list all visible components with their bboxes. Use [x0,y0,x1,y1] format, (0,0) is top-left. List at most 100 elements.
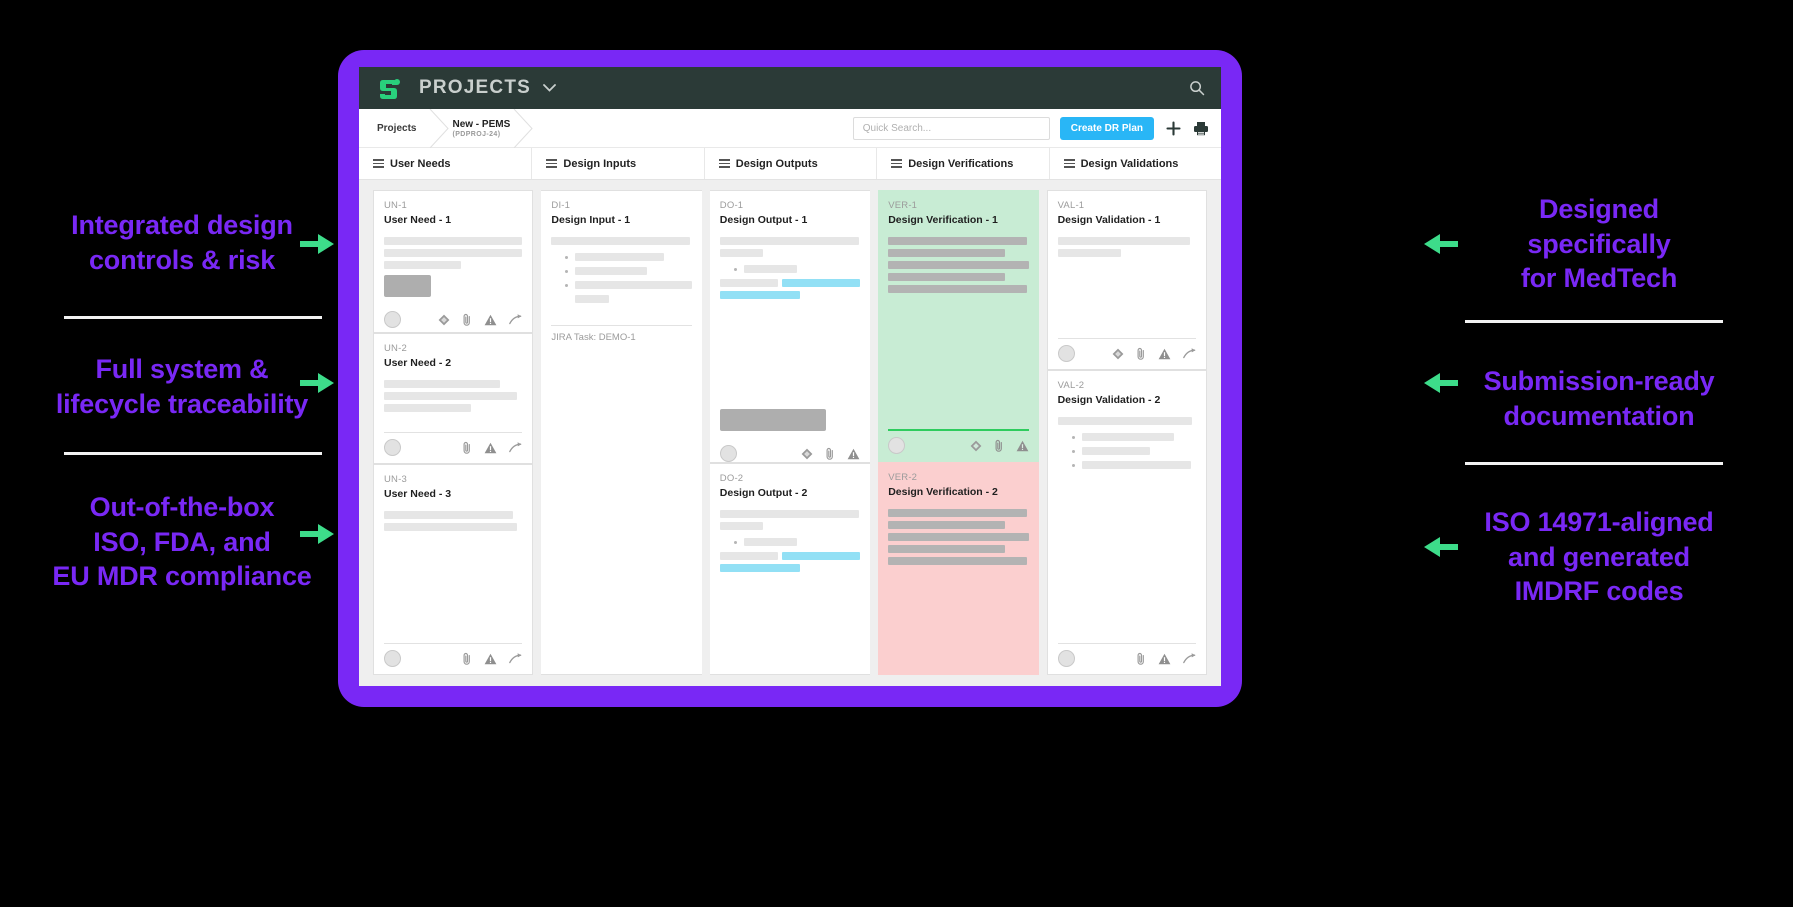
warning-triangle-icon[interactable] [847,448,860,460]
warning-triangle-icon[interactable] [1016,440,1029,452]
arrow-link-icon[interactable] [509,314,522,325]
card-body-placeholder [1057,237,1196,330]
avatar[interactable] [384,311,401,328]
card-footer [384,439,522,456]
paperclip-icon[interactable] [462,652,472,665]
card-title: Design Output - 1 [719,214,808,226]
warning-triangle-icon[interactable] [1158,653,1171,665]
card-jira-task[interactable]: JIRA Task: DEMO-1 [551,332,691,343]
arrow-link-icon[interactable] [509,653,522,664]
arrow-link-icon[interactable] [509,442,522,453]
annotation-right-1: Designed specifically for MedTech [1520,194,1678,294]
card-title: Design Verification - 1 [888,214,998,226]
pointer-arrow-right-3 [1424,536,1458,558]
greenlight-guru-logo-icon[interactable] [375,74,403,102]
paperclip-icon[interactable] [462,313,472,326]
card-un-2[interactable]: UN-2 User Need - 2 [373,333,534,464]
avatar[interactable] [384,439,401,456]
placeholder-bar [384,261,462,269]
annotation-left-3: Out-of-the-box ISO, FDA, and EU MDR comp… [52,492,312,592]
page-title: PROJECTS [419,77,532,98]
card-body-placeholder [384,237,523,297]
breadcrumb-root[interactable]: Projects [377,109,426,147]
card-do-1[interactable]: DO-1 Design Output - 1 [709,190,871,463]
paperclip-icon[interactable] [1136,652,1146,665]
placeholder-bar [888,249,1005,257]
paperclip-icon[interactable] [994,439,1004,452]
warning-triangle-icon[interactable] [484,442,497,454]
placeholder-bar [888,533,1029,541]
diamond-icon[interactable] [1112,348,1124,360]
column-header-design-validations[interactable]: Design Validations [1048,148,1221,179]
card-title: User Need - 1 [384,214,452,226]
app-screen: PROJECTS Projects New - PEMS (PDPROJ-24)… [359,67,1221,686]
placeholder-block [384,275,432,297]
warning-triangle-icon[interactable] [484,314,497,326]
placeholder-bullet-list [720,265,860,273]
plus-icon[interactable] [1166,120,1181,136]
warning-triangle-icon[interactable] [484,653,497,665]
bullet-dot [565,255,569,259]
avatar[interactable] [384,650,401,667]
avatar[interactable] [888,437,906,454]
chevron-down-icon[interactable] [543,84,556,92]
placeholder-bar [719,510,859,518]
card-action-icons [1136,652,1196,665]
card-di-1[interactable]: DI-1 Design Input - 1 JIRA Task: DEMO-1 [541,190,702,675]
card-action-icons [438,313,522,326]
placeholder-bullet-list [1058,433,1196,469]
avatar[interactable] [1057,345,1075,362]
column-header-design-outputs[interactable]: Design Outputs [703,148,876,179]
card-ver-2[interactable]: VER-2 Design Verification - 2 [878,462,1039,675]
breadcrumb-current[interactable]: New - PEMS (PDPROJ-24) [452,109,510,147]
card-ver-1[interactable]: VER-1 Design Verification - 1 [878,190,1039,462]
card-do-2[interactable]: DO-2 Design Output - 2 [709,463,871,675]
column-header-label: Design Verifications [908,157,1014,170]
placeholder-bar [575,267,648,275]
card-un-3[interactable]: UN-3 User Need - 3 [373,464,534,675]
search-input-placeholder: Quick Search... [862,122,932,134]
card-id: DO-1 [719,200,744,211]
card-title: Design Validation - 1 [1057,214,1161,226]
app-topbar: PROJECTS [359,67,1221,109]
paperclip-icon[interactable] [1136,347,1146,360]
warning-triangle-icon[interactable] [1158,348,1171,360]
column-header-label: Design Validations [1080,157,1179,170]
search-input[interactable]: Quick Search... [852,116,1050,140]
paperclip-icon[interactable] [825,447,835,460]
hamburger-icon [718,159,730,168]
arrow-link-icon[interactable] [1183,348,1196,359]
hamburger-icon [891,159,903,168]
card-divider [384,432,523,433]
column-header-design-inputs[interactable]: Design Inputs [531,148,703,179]
printer-icon[interactable] [1193,121,1209,136]
card-val-1[interactable]: VAL-1 Design Validation - 1 [1046,190,1207,370]
placeholder-bar [1081,433,1174,441]
card-footer [719,445,860,462]
diamond-icon[interactable] [801,448,813,460]
card-body-placeholder [551,237,692,307]
search-icon[interactable] [1189,80,1205,96]
arrow-link-icon[interactable] [1183,653,1196,664]
placeholder-bar [743,538,797,546]
column-header-user-needs[interactable]: User Needs [359,148,531,179]
board-column-design-validations: VAL-1 Design Validation - 1 VAL-2 Design… [1043,190,1211,686]
card-divider [384,643,523,644]
diamond-icon[interactable] [438,314,450,326]
avatar[interactable] [719,445,737,462]
diamond-icon[interactable] [970,440,982,452]
breadcrumb-root-label: Projects [377,122,417,134]
card-val-2[interactable]: VAL-2 Design Validation - 2 [1046,370,1207,675]
annotation-divider-right-2 [1465,462,1723,465]
card-footer [1057,650,1196,667]
card-action-icons [801,447,860,460]
column-header-design-verifications[interactable]: Design Verifications [876,148,1048,179]
card-body-placeholder [384,380,522,424]
create-dr-plan-button[interactable]: Create DR Plan [1059,116,1154,140]
card-un-1[interactable]: UN-1 User Need - 1 [373,190,534,333]
bullet-dot [1071,463,1075,467]
paperclip-icon[interactable] [462,441,472,454]
avatar[interactable] [1057,650,1075,667]
placeholder-bar [575,295,610,303]
card-footer [384,311,522,328]
